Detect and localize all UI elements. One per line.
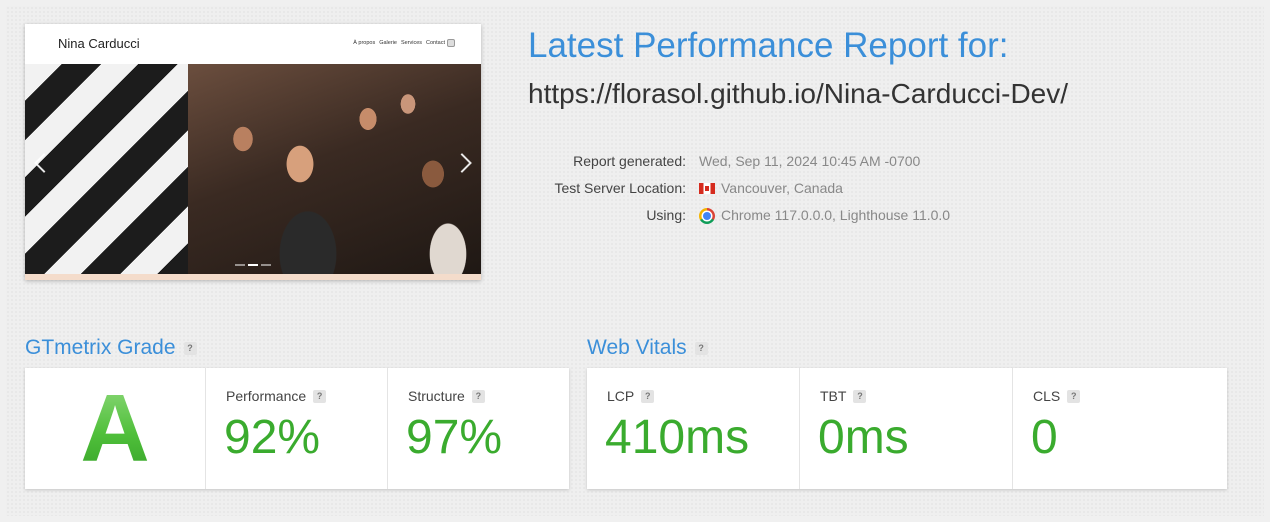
thumbnail-nav-item: Contact — [426, 40, 445, 46]
cls-label: CLS ? — [1033, 388, 1081, 404]
meta-row-location: Test Server Location: Vancouver, Canada — [526, 175, 950, 202]
report-page: Nina Carducci À propos Galerie Services … — [6, 6, 1264, 516]
report-url[interactable]: https://florasol.github.io/Nina-Carducci… — [528, 78, 1068, 110]
performance-value: 92% — [224, 411, 321, 464]
location-value-text: Vancouver, Canada — [721, 180, 843, 196]
carousel-indicators — [235, 264, 271, 266]
grade-cell: A — [25, 368, 206, 489]
structure-value: 97% — [406, 411, 503, 464]
carousel-dot — [235, 264, 245, 266]
meta-row-using: Using: Chrome 117.0.0.0, Lighthouse 11.0… — [526, 202, 950, 229]
lcp-label-text: LCP — [607, 388, 635, 404]
report-title: Latest Performance Report for: — [528, 26, 1009, 65]
using-value: Chrome 117.0.0.0, Lighthouse 11.0.0 — [686, 202, 950, 229]
web-vitals-title: Web Vitals — [587, 336, 687, 359]
lcp-value: 410ms — [605, 411, 750, 464]
hero-crowd-image — [188, 64, 481, 274]
hero-stripes-image — [25, 64, 188, 274]
report-meta: Report generated: Wed, Sep 11, 2024 10:4… — [526, 148, 950, 229]
chrome-icon — [699, 207, 715, 224]
structure-label: Structure ? — [408, 388, 485, 404]
help-icon[interactable]: ? — [313, 389, 327, 403]
using-value-text: Chrome 117.0.0.0, Lighthouse 11.0.0 — [721, 207, 951, 223]
generated-value: Wed, Sep 11, 2024 10:45 AM -0700 — [686, 148, 920, 175]
grade-letter: A — [25, 368, 205, 489]
site-screenshot-thumbnail[interactable]: Nina Carducci À propos Galerie Services … — [25, 24, 481, 280]
lcp-label: LCP ? — [607, 388, 655, 404]
performance-label-text: Performance — [226, 388, 307, 404]
help-icon[interactable]: ? — [641, 389, 655, 403]
tbt-value: 0ms — [818, 411, 909, 464]
structure-label-text: Structure — [408, 388, 465, 404]
thumbnail-nav-item: Services — [400, 40, 423, 46]
thumbnail-nav: À propos Galerie Services Contact — [353, 40, 445, 46]
cls-label-text: CLS — [1033, 388, 1061, 404]
carousel-dot — [248, 264, 258, 266]
performance-label: Performance ? — [226, 388, 327, 404]
using-label: Using: — [646, 207, 686, 223]
help-icon[interactable]: ? — [694, 341, 708, 355]
instagram-icon — [447, 39, 455, 47]
cls-cell: CLS ? 0 — [1013, 368, 1227, 489]
tbt-label: TBT ? — [820, 388, 867, 404]
gtmetrix-grade-heading: GTmetrix Grade ? — [25, 336, 197, 360]
generated-value-text: Wed, Sep 11, 2024 10:45 AM -0700 — [699, 153, 921, 169]
web-vitals-card: LCP ? 410ms TBT ? 0ms CLS ? 0 — [587, 368, 1227, 489]
lcp-cell: LCP ? 410ms — [587, 368, 800, 489]
generated-label: Report generated: — [573, 153, 686, 169]
thumbnail-hero-image — [25, 64, 481, 274]
carousel-dot — [261, 264, 271, 266]
performance-cell: Performance ? 92% — [206, 368, 388, 489]
thumbnail-nav-item: À propos — [353, 40, 376, 46]
thumbnail-nav-item: Galerie — [379, 40, 397, 46]
gtmetrix-grade-title: GTmetrix Grade — [25, 336, 176, 359]
gtmetrix-grade-card: A Performance ? 92% Structure ? 97% — [25, 368, 569, 489]
thumbnail-header: Nina Carducci À propos Galerie Services … — [25, 24, 481, 64]
tbt-cell: TBT ? 0ms — [800, 368, 1013, 489]
thumbnail-footer — [25, 274, 481, 280]
web-vitals-heading: Web Vitals ? — [587, 336, 708, 360]
meta-row-generated: Report generated: Wed, Sep 11, 2024 10:4… — [526, 148, 950, 175]
help-icon[interactable]: ? — [853, 389, 867, 403]
cls-value: 0 — [1031, 411, 1058, 464]
location-value: Vancouver, Canada — [686, 175, 843, 202]
help-icon[interactable]: ? — [471, 389, 485, 403]
tbt-label-text: TBT — [820, 388, 847, 404]
canada-flag-icon — [699, 183, 715, 194]
help-icon[interactable]: ? — [183, 341, 197, 355]
structure-cell: Structure ? 97% — [388, 368, 569, 489]
help-icon[interactable]: ? — [1067, 389, 1081, 403]
thumbnail-brand: Nina Carducci — [58, 36, 140, 51]
location-label: Test Server Location: — [554, 180, 686, 196]
